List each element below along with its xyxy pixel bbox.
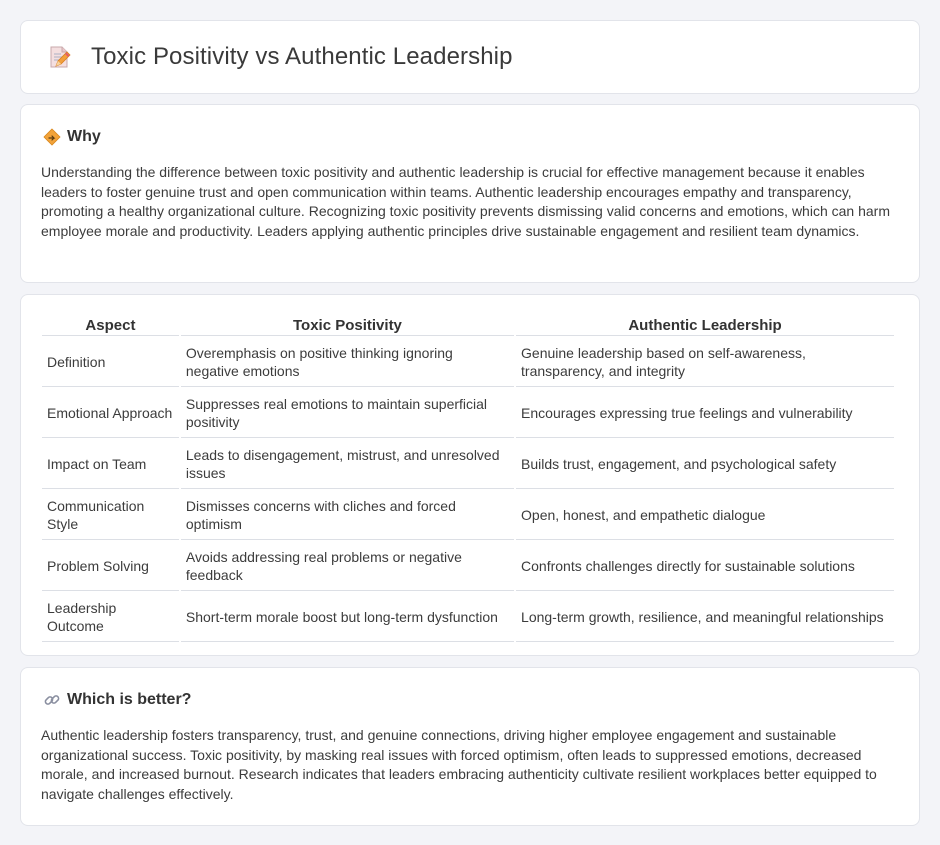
authentic-cell: Long-term growth, resilience, and meanin… — [516, 593, 894, 642]
link-icon — [43, 691, 61, 709]
table-header-row: Aspect Toxic Positivity Authentic Leader… — [42, 316, 894, 336]
header-authentic-leadership: Authentic Leadership — [516, 316, 894, 336]
toxic-cell: Dismisses concerns with cliches and forc… — [180, 491, 515, 540]
toxic-cell: Short-term morale boost but long-term dy… — [180, 593, 515, 642]
toxic-cell: Overemphasis on positive thinking ignori… — [180, 338, 515, 387]
diamond-sign-icon — [43, 128, 61, 146]
toxic-cell: Leads to disengagement, mistrust, and un… — [180, 440, 515, 489]
comparison-table: Aspect Toxic Positivity Authentic Leader… — [40, 314, 896, 644]
better-title: Which is better? — [67, 691, 192, 708]
document-pencil-icon — [45, 43, 73, 71]
header-card: Toxic Positivity vs Authentic Leadership — [20, 20, 920, 94]
authentic-cell: Open, honest, and empathetic dialogue — [516, 491, 894, 540]
table-row: Emotional Approach Suppresses real emoti… — [42, 389, 894, 438]
aspect-cell: Definition — [42, 338, 179, 387]
which-is-better-section: Which is better? Authentic leadership fo… — [20, 667, 920, 826]
header-toxic-positivity: Toxic Positivity — [180, 316, 515, 336]
aspect-cell: Leadership Outcome — [42, 593, 179, 642]
why-title: Why — [67, 128, 101, 145]
aspect-cell: Impact on Team — [42, 440, 179, 489]
toxic-cell: Avoids addressing real problems or negat… — [180, 542, 515, 591]
why-heading: Why — [41, 127, 899, 147]
table-row: Impact on Team Leads to disengagement, m… — [42, 440, 894, 489]
aspect-cell: Communication Style — [42, 491, 179, 540]
header-aspect: Aspect — [42, 316, 179, 336]
table-row: Leadership Outcome Short-term morale boo… — [42, 593, 894, 642]
aspect-cell: Emotional Approach — [42, 389, 179, 438]
table-row: Communication Style Dismisses concerns w… — [42, 491, 894, 540]
comparison-section: Aspect Toxic Positivity Authentic Leader… — [20, 294, 920, 656]
table-row: Definition Overemphasis on positive thin… — [42, 338, 894, 387]
page-title: Toxic Positivity vs Authentic Leadership — [91, 43, 513, 70]
table-row: Problem Solving Avoids addressing real p… — [42, 542, 894, 591]
authentic-cell: Builds trust, engagement, and psychologi… — [516, 440, 894, 489]
authentic-cell: Genuine leadership based on self-awarene… — [516, 338, 894, 387]
better-heading: Which is better? — [41, 690, 899, 710]
why-text: Understanding the difference between tox… — [41, 164, 890, 239]
authentic-cell: Confronts challenges directly for sustai… — [516, 542, 894, 591]
aspect-cell: Problem Solving — [42, 542, 179, 591]
authentic-cell: Encourages expressing true feelings and … — [516, 389, 894, 438]
better-text: Authentic leadership fosters transparenc… — [41, 727, 877, 802]
toxic-cell: Suppresses real emotions to maintain sup… — [180, 389, 515, 438]
why-section: Why Understanding the difference between… — [20, 104, 920, 283]
